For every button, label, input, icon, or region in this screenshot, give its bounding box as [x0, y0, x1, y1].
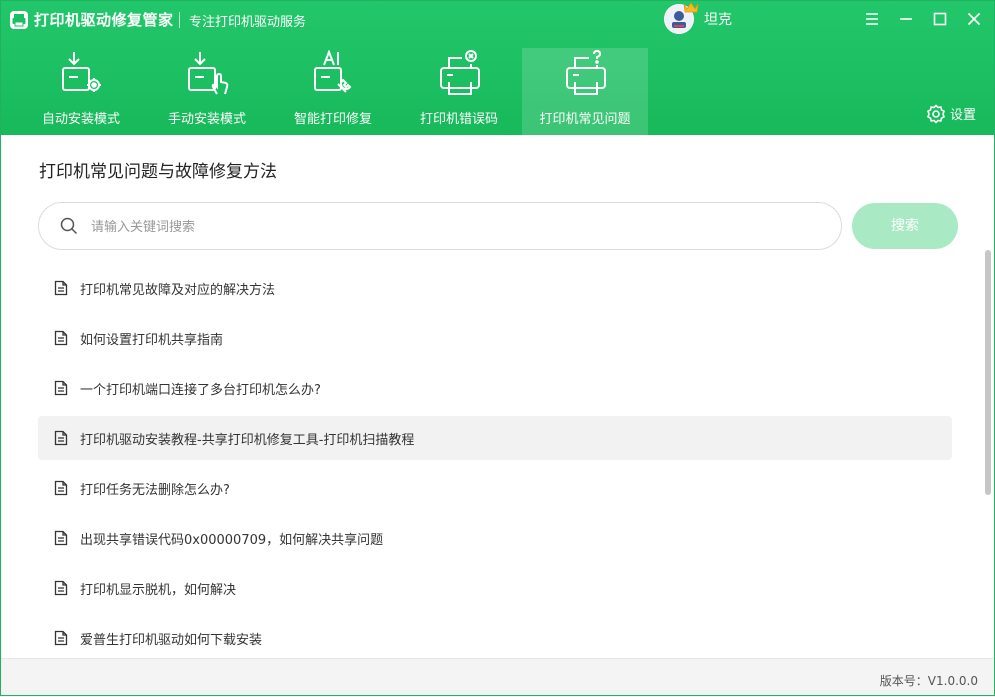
list-item-title: 打印机显示脱机，如何解决	[80, 583, 237, 598]
nav-label: 打印机常见问题	[539, 112, 631, 127]
gear-icon	[927, 104, 945, 124]
list-item[interactable]: 打印机显示脱机，如何解决	[38, 566, 952, 610]
search-icon	[60, 217, 78, 235]
app-header: 打印机驱动修复管家 专注打印机驱动服务 坦克 自动安装模式 手动安装模式 智能打…	[0, 0, 995, 135]
app-logo-icon	[10, 11, 28, 29]
search-input[interactable]	[89, 215, 813, 239]
article-list: 打印机常见故障及对应的解决方法 如何设置打印机共享指南 一个打印机端口连接了多台…	[38, 266, 952, 666]
list-item-title: 如何设置打印机共享指南	[80, 333, 224, 348]
list-item[interactable]: 出现共享错误代码0x00000709，如何解决共享问题	[38, 516, 952, 560]
settings-label: 设置	[950, 108, 977, 123]
document-icon	[54, 630, 68, 646]
nav-manual-install[interactable]: 手动安装模式	[144, 48, 270, 135]
document-icon	[54, 280, 68, 296]
scrollbar-thumb[interactable]	[985, 250, 991, 495]
document-icon	[54, 380, 68, 396]
list-item[interactable]: 打印任务无法删除怎么办?	[38, 466, 952, 510]
title-divider	[179, 12, 180, 28]
nav-auto-install[interactable]: 自动安装模式	[18, 48, 144, 135]
menu-icon[interactable]	[863, 10, 881, 28]
ai-repair-icon	[314, 50, 352, 93]
list-item-title: 爱普生打印机驱动如何下载安装	[80, 633, 263, 648]
document-icon	[54, 430, 68, 446]
footer: 版本号：V1.0.0.0	[0, 658, 995, 697]
document-icon	[54, 330, 68, 346]
app-title: 打印机驱动修复管家	[34, 11, 174, 29]
document-icon	[54, 480, 68, 496]
list-item-title: 出现共享错误代码0x00000709，如何解决共享问题	[80, 533, 384, 548]
document-icon	[54, 580, 68, 596]
page-title: 打印机常见问题与故障修复方法	[39, 162, 277, 182]
nav-label: 打印机错误码	[419, 112, 498, 127]
auto-install-icon	[62, 52, 101, 92]
manual-install-icon	[188, 52, 229, 95]
search-button[interactable]: 搜索	[852, 203, 958, 249]
list-item[interactable]: 打印机驱动安装教程-共享打印机修复工具-打印机扫描教程	[38, 416, 952, 460]
nav-label: 智能打印修复	[293, 112, 372, 127]
list-item[interactable]: 打印机常见故障及对应的解决方法	[38, 266, 952, 310]
version-label: 版本号：V1.0.0.0	[879, 674, 978, 688]
list-item-title: 打印任务无法删除怎么办?	[80, 483, 230, 498]
list-item-title: 打印机常见故障及对应的解决方法	[80, 283, 276, 298]
list-item[interactable]: 如何设置打印机共享指南	[38, 316, 952, 360]
list-item-title: 一个打印机端口连接了多台打印机怎么办?	[80, 383, 321, 398]
list-item[interactable]: 爱普生打印机驱动如何下载安装	[38, 616, 952, 660]
nav-label: 手动安装模式	[167, 112, 246, 127]
nav-printer-faq[interactable]: 打印机常见问题	[522, 48, 648, 135]
nav-label: 自动安装模式	[41, 112, 120, 127]
search-box[interactable]	[38, 202, 842, 250]
minimize-icon[interactable]	[897, 10, 915, 28]
document-icon	[54, 530, 68, 546]
maximize-icon[interactable]	[931, 10, 949, 28]
list-item-title: 打印机驱动安装教程-共享打印机修复工具-打印机扫描教程	[80, 433, 415, 448]
printer-error-icon	[440, 50, 480, 95]
close-icon[interactable]	[965, 10, 983, 28]
app-subtitle: 专注打印机驱动服务	[189, 15, 307, 30]
username[interactable]: 坦克	[704, 9, 732, 29]
vip-crown-icon	[683, 2, 699, 13]
list-item[interactable]: 一个打印机端口连接了多台打印机怎么办?	[38, 366, 952, 410]
printer-faq-icon	[566, 50, 606, 95]
nav-printer-error[interactable]: 打印机错误码	[396, 48, 522, 135]
nav-ai-repair[interactable]: 智能打印修复	[270, 48, 396, 135]
